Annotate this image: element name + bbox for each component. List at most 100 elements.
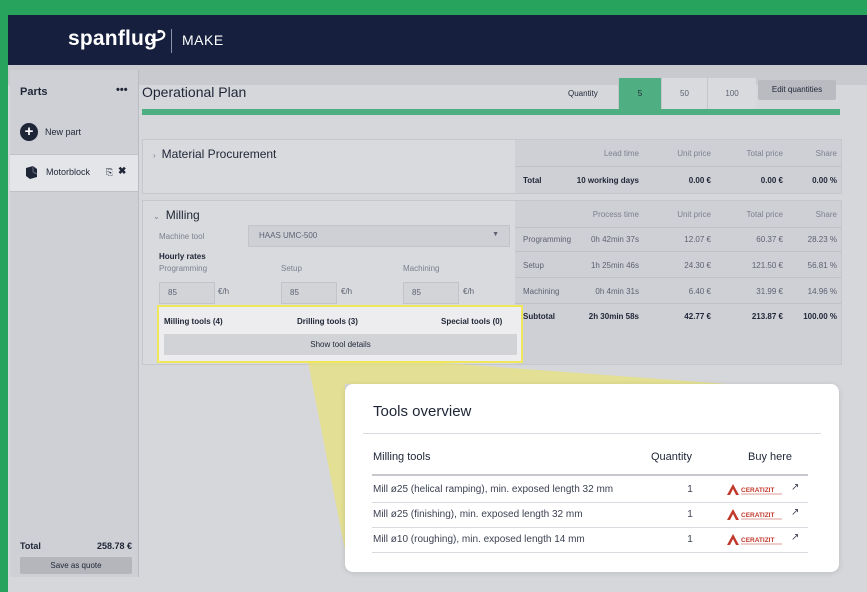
process-time-value: 2h 30min 58s — [588, 312, 639, 321]
edit-quantities-button[interactable]: Edit quantities — [758, 80, 836, 100]
share-value: 14.96 % — [807, 287, 837, 296]
tool-name: Mill ø10 (roughing), min. exposed length… — [373, 534, 585, 545]
vendor-name: CERATIZIT — [741, 537, 774, 544]
show-tool-details-button[interactable]: Show tool details — [164, 334, 517, 355]
tools-overview-popup: Tools overview Milling tools Quantity Bu… — [345, 384, 839, 572]
unit-price-value: 24.30 € — [684, 261, 711, 270]
vendor-logo-icon[interactable]: CERATIZIT — [727, 533, 783, 547]
rate-value: 85 — [412, 288, 421, 297]
divider — [515, 277, 841, 278]
share-value: 100.00 % — [803, 312, 837, 321]
sidebar-title: Parts — [20, 86, 48, 98]
hourly-rates-label: Hourly rates — [159, 252, 206, 261]
brand-logo[interactable]: spanflug — [68, 27, 157, 51]
total-price-value: 121.50 € — [751, 261, 783, 270]
share-value: 0.00 % — [812, 176, 837, 185]
part-label: Motorblock — [46, 167, 91, 177]
col-header-unit-price: Unit price — [677, 210, 711, 219]
sidebar-total-value: 258.78 € — [96, 541, 132, 551]
total-price-value: 0.00 € — [760, 176, 783, 185]
external-link-icon[interactable]: ↗ — [791, 532, 799, 543]
row-label-total: Total — [523, 176, 542, 185]
unit-price-value: 12.07 € — [684, 235, 711, 244]
external-link-icon[interactable]: ↗ — [791, 507, 799, 518]
special-tools-count[interactable]: Special tools (0) — [441, 317, 502, 326]
programming-rate-input[interactable]: 85 — [159, 282, 215, 304]
vendor-logo-icon[interactable]: CERATIZIT — [727, 483, 783, 497]
plus-icon: + — [20, 123, 38, 141]
rate-value: 85 — [168, 288, 177, 297]
accent-bar — [142, 109, 840, 115]
machining-rate-input[interactable]: 85 — [403, 282, 459, 304]
unit-price-value: 0.00 € — [688, 176, 711, 185]
more-menu-icon[interactable]: ••• — [116, 84, 128, 96]
delete-icon[interactable]: ✖ — [118, 166, 126, 177]
divider — [515, 303, 841, 304]
machine-tool-select[interactable]: HAAS UMC-500 ▼ — [248, 225, 510, 247]
row-label-subtotal: Subtotal — [523, 312, 555, 321]
share-value: 56.81 % — [807, 261, 837, 270]
vendor-logo-icon[interactable]: CERATIZIT — [727, 508, 783, 522]
divider — [515, 251, 841, 252]
lead-time-value: 10 working days — [576, 176, 639, 185]
tool-quantity: 1 — [687, 484, 693, 495]
rate-label-machining: Machining — [403, 264, 440, 273]
col-header-quantity: Quantity — [651, 451, 692, 463]
process-time-value: 0h 4min 31s — [595, 287, 639, 296]
milling-summary-panel — [515, 201, 841, 364]
col-header-total-price: Total price — [746, 210, 783, 219]
col-header-share: Share — [815, 210, 837, 219]
total-price-value: 31.99 € — [756, 287, 783, 296]
row-label-machining: Machining — [523, 287, 560, 296]
col-header-total-price: Total price — [746, 149, 783, 158]
chevron-right-icon: › — [153, 151, 156, 160]
material-procurement-card: › Material Procurement Lead time Unit pri… — [142, 139, 842, 194]
popup-title: Tools overview — [373, 403, 472, 420]
external-link-icon[interactable]: ↗ — [791, 482, 799, 493]
rate-label-programming: Programming — [159, 264, 208, 273]
new-part-label: New part — [45, 127, 82, 137]
quantity-tab-5[interactable]: 5 — [618, 78, 661, 109]
new-part-button[interactable]: + New part — [20, 122, 81, 142]
col-header-buy-here: Buy here — [748, 451, 793, 463]
divider — [363, 433, 821, 434]
chevron-down-icon: ⌄ — [153, 212, 160, 221]
page-title: Operational Plan — [142, 84, 247, 100]
rate-unit: €/h — [218, 287, 230, 296]
total-price-value: 60.37 € — [756, 235, 783, 244]
caret-down-icon: ▼ — [492, 231, 499, 238]
milling-header[interactable]: ⌄ Milling — [153, 208, 200, 222]
tool-name: Mill ø25 (finishing), min. exposed lengt… — [373, 509, 583, 520]
quantity-tab-100[interactable]: 100 — [707, 78, 756, 109]
duplicate-icon[interactable]: ⎘ — [106, 167, 113, 178]
rate-unit: €/h — [341, 287, 353, 296]
section-title: Milling — [165, 208, 200, 222]
col-header-unit-price: Unit price — [677, 149, 711, 158]
rate-value: 85 — [290, 288, 299, 297]
col-header-lead-time: Lead time — [603, 149, 639, 158]
divider — [515, 227, 841, 228]
save-as-quote-button[interactable]: Save as quote — [20, 557, 132, 574]
rate-unit: €/h — [463, 287, 475, 296]
divider — [515, 166, 841, 167]
setup-rate-input[interactable]: 85 — [281, 282, 337, 304]
part-3d-icon — [26, 166, 38, 179]
table-row: Mill ø25 (finishing), min. exposed lengt… — [373, 503, 809, 527]
tool-name: Mill ø25 (helical ramping), min. exposed… — [373, 484, 614, 495]
row-label-setup: Setup — [523, 261, 544, 270]
sidebar-item-motorblock[interactable]: Motorblock ⎘ ✖ — [10, 154, 138, 192]
drilling-tools-count[interactable]: Drilling tools (3) — [297, 317, 358, 326]
top-bar: spanflug MAKE — [8, 15, 867, 65]
milling-tools-count[interactable]: Milling tools (4) — [164, 317, 223, 326]
machine-tool-value: HAAS UMC-500 — [259, 231, 318, 240]
unit-price-value: 6.40 € — [688, 287, 711, 296]
section-title: Material Procurement — [161, 147, 277, 161]
tool-quantity: 1 — [687, 534, 693, 545]
process-time-value: 1h 25min 46s — [590, 261, 639, 270]
material-procurement-header[interactable]: › Material Procurement — [153, 147, 276, 161]
total-price-value: 213.87 € — [751, 312, 783, 321]
quantity-tab-50[interactable]: 50 — [661, 78, 707, 109]
vendor-name: CERATIZIT — [741, 512, 774, 519]
table-row: Mill ø10 (roughing), min. exposed length… — [373, 528, 809, 552]
col-header-share: Share — [815, 149, 837, 158]
